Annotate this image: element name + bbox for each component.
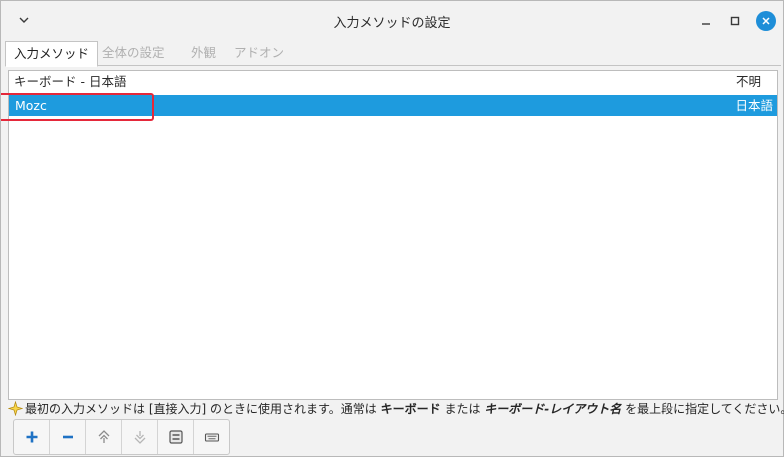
add-icon bbox=[26, 431, 37, 443]
list-item-keyboard[interactable]: キーボード - 日本語 不明 bbox=[9, 71, 777, 93]
hint-text: 最初の入力メソッドは [直接入力] のときに使用されます。通常は キーボード ま… bbox=[7, 400, 784, 418]
configure-icon bbox=[168, 430, 183, 444]
tab-bar: 入力メソッド 全体の設定 外観 アドオン bbox=[5, 41, 781, 67]
hint-bold-keyboard-layout: キーボード-レイアウト名 bbox=[484, 402, 622, 416]
remove-icon bbox=[62, 435, 73, 439]
tab-global-config[interactable]: 全体の設定 bbox=[94, 41, 173, 65]
titlebar: 入力メソッドの設定 bbox=[1, 1, 783, 39]
tab-divider bbox=[5, 65, 781, 66]
add-button[interactable] bbox=[14, 420, 50, 454]
input-method-list[interactable]: キーボード - 日本語 不明 Mozc 日本語 bbox=[8, 70, 778, 400]
hint-part2: または bbox=[440, 402, 485, 416]
list-item-name: Mozc bbox=[15, 98, 47, 113]
window-title: 入力メソッドの設定 bbox=[333, 16, 451, 31]
keyboard-layout-icon bbox=[204, 433, 219, 442]
hint-bold-keyboard: キーボード bbox=[380, 402, 441, 416]
move-down-icon bbox=[134, 431, 145, 444]
tab-appearance[interactable]: 外観 bbox=[183, 41, 224, 65]
tab-addons[interactable]: アドオン bbox=[226, 41, 292, 65]
list-item-language: 不明 bbox=[735, 74, 761, 89]
move-up-button[interactable] bbox=[86, 420, 122, 454]
configure-button[interactable] bbox=[158, 420, 194, 454]
hint-part1: 最初の入力メソッドは [直接入力] のときに使用されます。通常は bbox=[25, 402, 381, 416]
maximize-button[interactable] bbox=[725, 11, 745, 31]
minimize-button[interactable] bbox=[696, 11, 716, 31]
move-down-button[interactable] bbox=[122, 420, 158, 454]
minimize-icon bbox=[702, 23, 710, 25]
move-up-icon bbox=[98, 430, 109, 443]
remove-button[interactable] bbox=[50, 420, 86, 454]
maximize-icon bbox=[730, 16, 740, 26]
keyboard-layout-button[interactable] bbox=[194, 420, 229, 454]
close-icon bbox=[762, 17, 770, 25]
list-item-language: 日本語 bbox=[735, 98, 773, 113]
close-button[interactable] bbox=[756, 11, 776, 31]
hint-part3: を最上段に指定してください。 bbox=[621, 402, 784, 416]
list-item-mozc[interactable]: Mozc 日本語 bbox=[9, 95, 777, 116]
list-toolbar bbox=[13, 419, 230, 455]
list-item-name: キーボード - 日本語 bbox=[14, 74, 127, 89]
tab-input-method[interactable]: 入力メソッド bbox=[5, 41, 99, 67]
settings-window: 入力メソッドの設定 入力メソッド 全体の設定 外観 アドオン キーボード - 日… bbox=[0, 0, 784, 457]
hint-sparkle-icon bbox=[7, 400, 24, 417]
